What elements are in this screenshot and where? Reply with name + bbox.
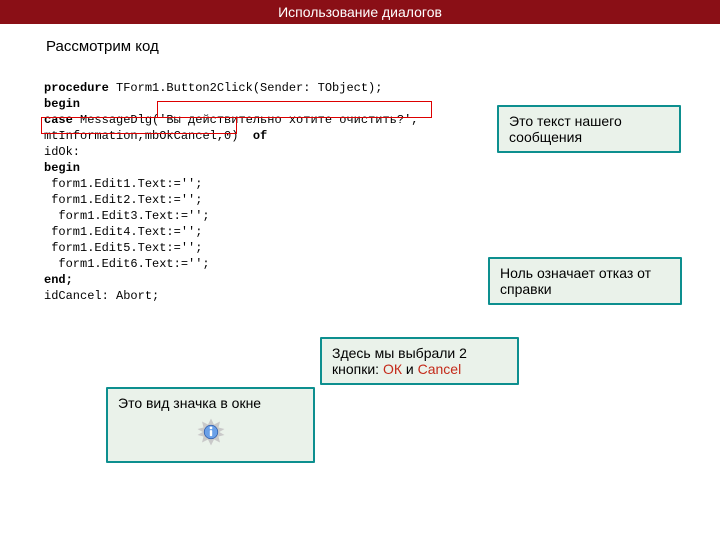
code-text: form1.Edit5.Text:=''; [44, 241, 202, 255]
code-param-mbokcancel: mbOkCancel [145, 129, 217, 143]
kw-end: end; [44, 273, 73, 287]
callout-msgtext: Это текст нашего сообщения [497, 105, 681, 153]
code-text: form1.Edit1.Text:=''; [44, 177, 202, 191]
code-text: , [217, 129, 224, 143]
callout-text: Это вид значка в окне [118, 395, 261, 411]
code-text: ) [231, 129, 253, 143]
code-param-mtinformation: mtInformation [44, 129, 138, 143]
code-text: TForm1.Button2Click(Sender: TObject); [109, 81, 383, 95]
code-text: form1.Edit2.Text:=''; [44, 193, 202, 207]
code-text: MessageDlg( [73, 113, 159, 127]
kw-procedure: procedure [44, 81, 109, 95]
kw-of: of [253, 129, 267, 143]
code-block: procedure TForm1.Button2Click(Sender: TO… [40, 72, 443, 312]
information-icon [196, 417, 226, 447]
code-text: idCancel: Abort; [44, 289, 159, 303]
code-text: form1.Edit6.Text:=''; [44, 257, 210, 271]
kw-case: case [44, 113, 73, 127]
kw-begin: begin [44, 97, 80, 111]
code-string: 'Вы действительно хотите очистить?' [159, 113, 411, 127]
code-text: idOk: [44, 145, 80, 159]
code-text: form1.Edit4.Text:=''; [44, 225, 202, 239]
code-text: , [411, 113, 418, 127]
callout-icontype: Это вид значка в окне [106, 387, 315, 463]
code-text: form1.Edit3.Text:=''; [44, 209, 210, 223]
slide: Использование диалогов Рассмотрим код pr… [0, 0, 720, 540]
subtitle: Рассмотрим код [46, 38, 159, 55]
callout-buttons: Здесь мы выбрали 2 кнопки: ОК и Cancel [320, 337, 519, 385]
kw-begin: begin [44, 161, 80, 175]
title-bar: Использование диалогов [0, 0, 720, 24]
callout-text: и [402, 361, 418, 377]
callout-cancel: Cancel [418, 361, 462, 377]
code-text: , [138, 129, 145, 143]
callout-ok: ОК [383, 361, 402, 377]
callout-zero: Ноль означает отказ от справки [488, 257, 682, 305]
